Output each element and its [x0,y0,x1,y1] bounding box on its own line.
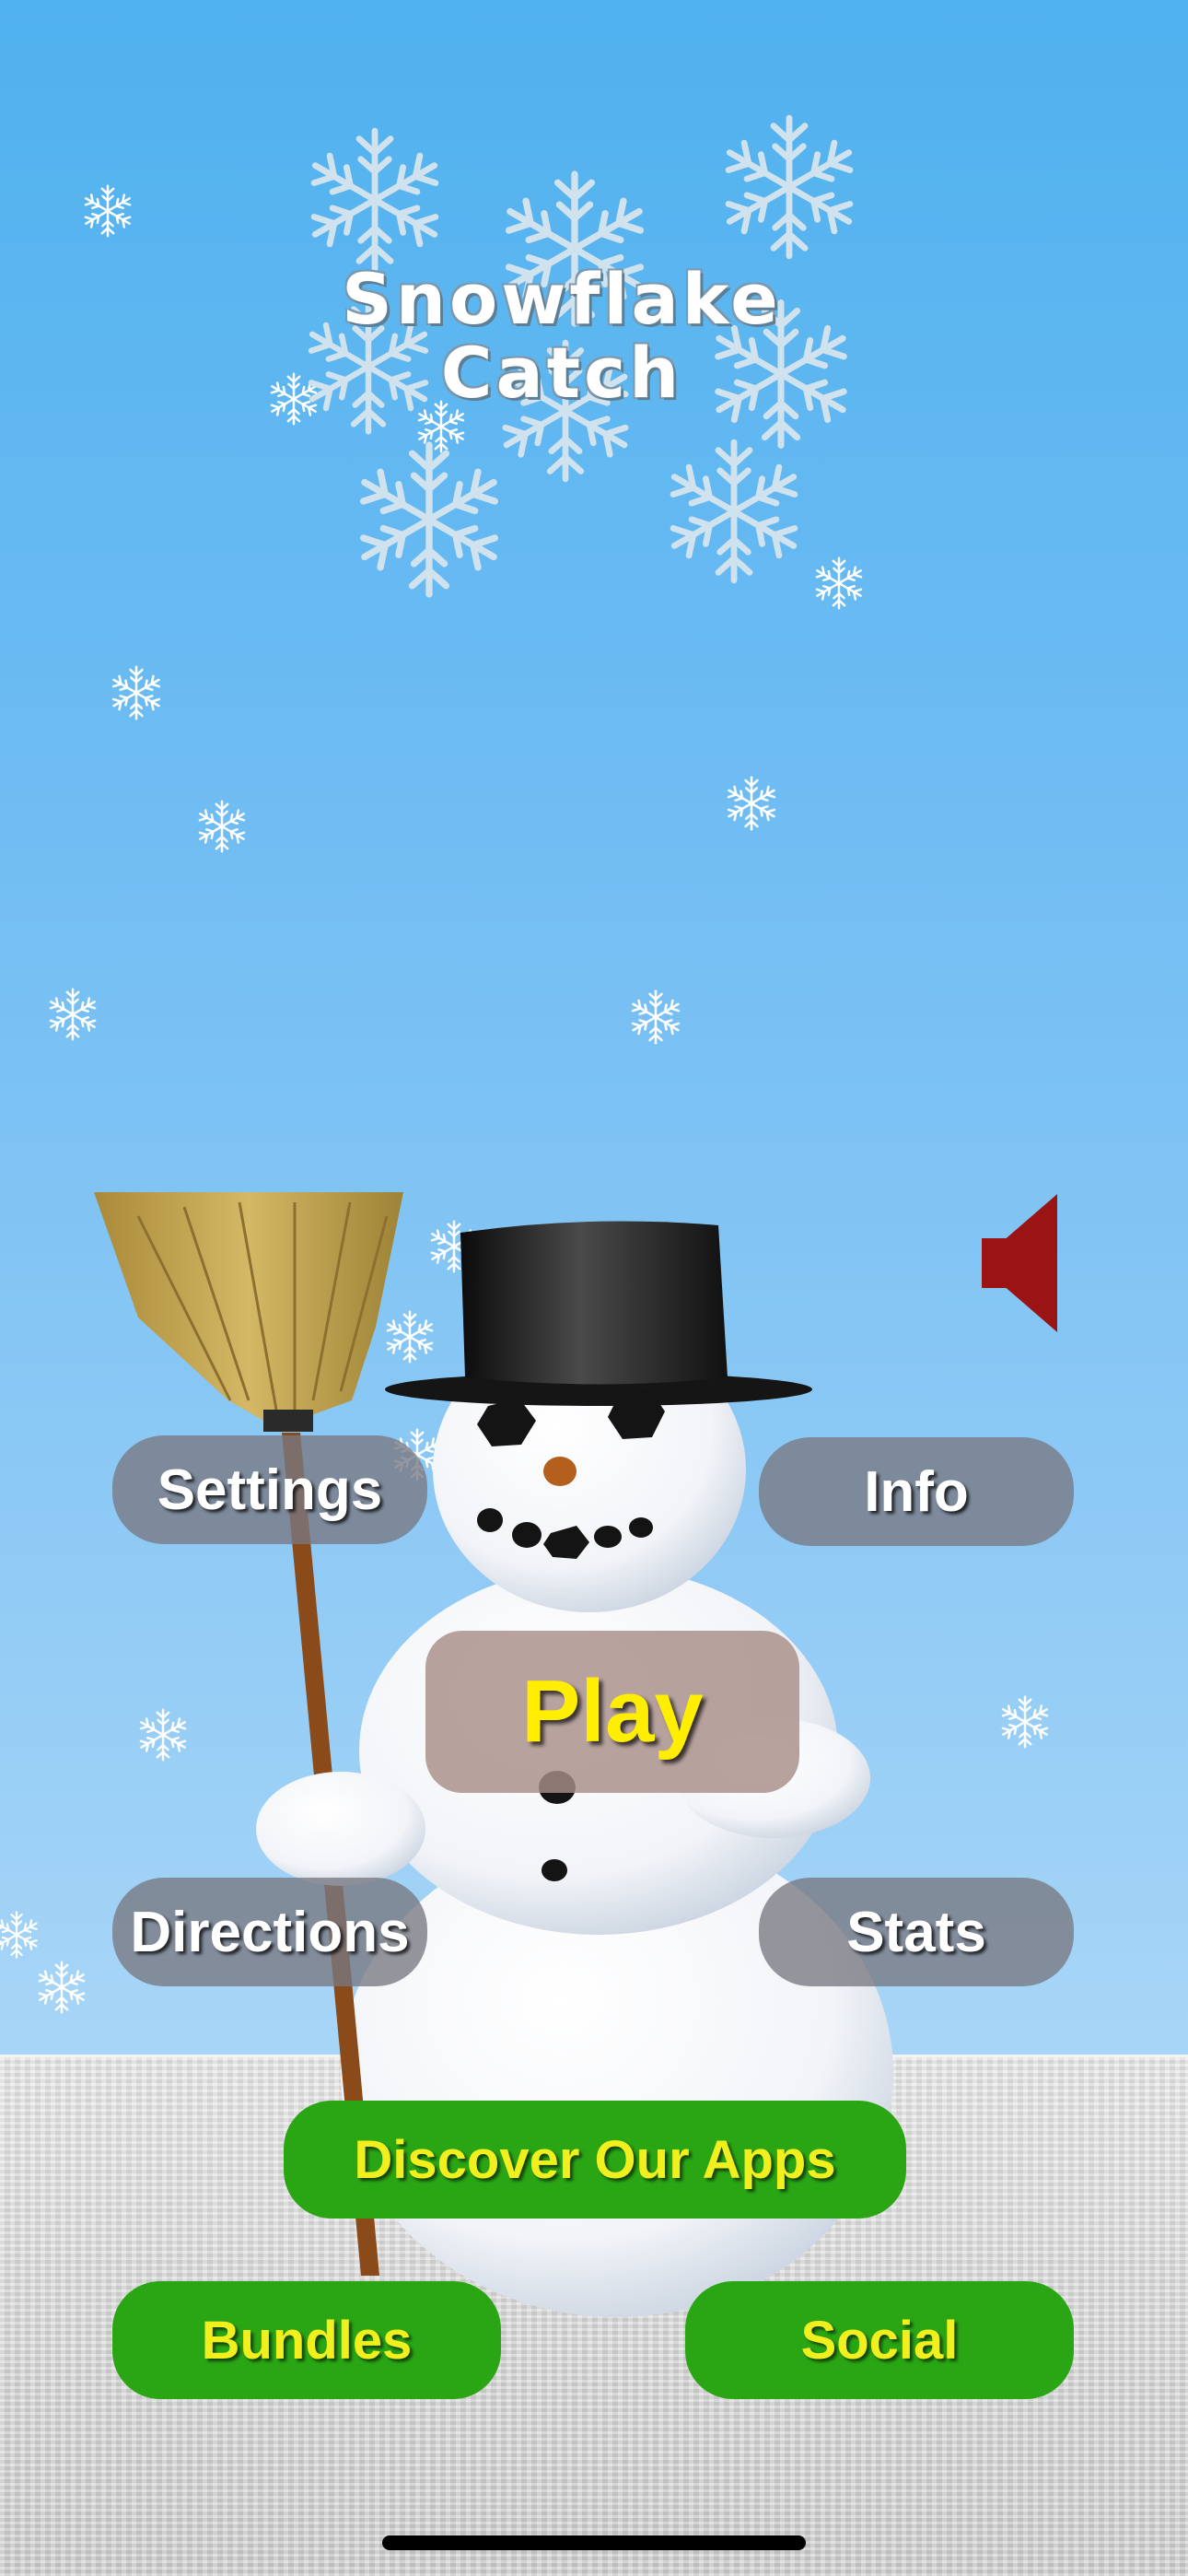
home-indicator[interactable] [382,2535,806,2550]
snowflake-icon [107,663,166,722]
game-title: Snowflake Catch [276,263,847,410]
snowflake-icon [79,182,136,240]
social-button[interactable]: Social [685,2281,1074,2399]
stats-button[interactable]: Stats [759,1878,1074,1986]
bundles-button[interactable]: Bundles [112,2281,501,2399]
snowflake-icon [344,435,514,604]
settings-button[interactable]: Settings [112,1435,427,1544]
snowflake-icon [297,122,453,278]
snowflake-icon [656,433,812,590]
speaker-icon[interactable] [982,1194,1057,1332]
snowflake-icon [193,798,250,855]
discover-apps-button[interactable]: Discover Our Apps [284,2101,906,2219]
directions-button[interactable]: Directions [112,1878,427,1986]
snowflake-icon [722,774,781,833]
play-button[interactable]: Play [425,1631,799,1793]
title-line-2: Catch [440,332,683,414]
snowflake-icon [711,109,868,265]
snowflake-icon [810,555,868,612]
title-line-1: Snowflake [342,258,782,340]
snowflake-icon [44,986,101,1043]
game-scene: Snowflake Catch Settings Info Play Direc… [0,0,1188,2576]
snowflake-icon [626,988,685,1047]
info-button[interactable]: Info [759,1437,1074,1546]
